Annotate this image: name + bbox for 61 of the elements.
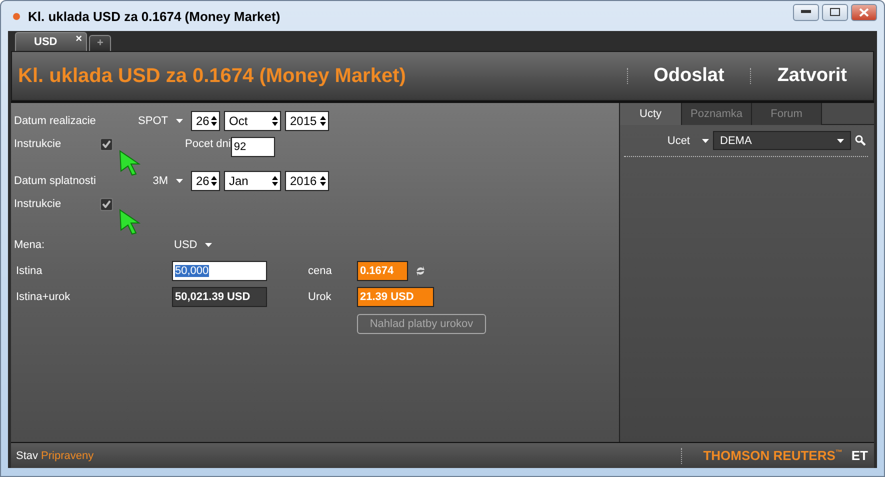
total-field: 50,021.39 USD (172, 287, 267, 307)
maximize-button[interactable] (822, 4, 848, 20)
account-dropdown[interactable]: DEMA (713, 131, 851, 150)
document-tab[interactable]: USD × (15, 32, 87, 51)
field-label: Urok (308, 291, 332, 303)
field-label: cena (308, 265, 332, 277)
month-spinner[interactable]: Jan (224, 171, 281, 191)
minimize-icon (801, 10, 811, 14)
day-spinner[interactable]: 26 (191, 111, 220, 131)
field-label: Istina (16, 265, 42, 277)
field-label: Instrukcie (14, 198, 62, 210)
spinner-arrows-icon[interactable] (211, 175, 217, 187)
maximize-icon (830, 8, 840, 16)
spinner-arrows-icon[interactable] (272, 175, 278, 187)
day-spinner[interactable]: 26 (191, 171, 220, 191)
refresh-icon[interactable] (416, 265, 425, 277)
spinner-arrows-icon[interactable] (320, 175, 326, 187)
field-label: Datum realizacie (14, 115, 96, 127)
spinner-arrows-icon[interactable] (211, 115, 217, 127)
document-tab[interactable]: + (89, 35, 111, 51)
app-icon (13, 12, 20, 20)
field-label: Pocet dni (185, 138, 231, 150)
account-label: Ucet (667, 134, 690, 146)
header-action[interactable]: Odoslat (628, 65, 750, 87)
ticket-title: Kl. uklada USD za 0.1674 (Money Market) (18, 64, 407, 88)
panel-tab[interactable]: Ucty (620, 103, 682, 125)
field-label: Istina+urok (16, 291, 70, 303)
year-spinner[interactable]: 2016 (285, 171, 329, 191)
year-spinner[interactable]: 2015 (285, 111, 329, 131)
caret-icon (205, 243, 212, 247)
close-button[interactable] (851, 4, 877, 20)
month-spinner[interactable]: Oct (224, 111, 281, 131)
window-title: Kl. uklada USD za 0.1674 (Money Market) (28, 8, 282, 24)
minimize-button[interactable] (793, 4, 819, 20)
close-icon (859, 8, 869, 16)
status-value: Pripraveny (41, 450, 95, 462)
tenor-dropdown[interactable]: SPOT (138, 115, 168, 127)
caret-icon (176, 119, 183, 123)
currency-dropdown[interactable]: USD (174, 239, 198, 251)
interest-field: 21.39 USD (357, 287, 434, 307)
brand-label: ET (851, 448, 868, 463)
cursor-icon (119, 150, 141, 176)
caret-icon (176, 179, 183, 183)
principal-field[interactable]: 50,000 (172, 261, 267, 281)
checkbox[interactable] (100, 198, 113, 210)
caret-icon (702, 138, 709, 142)
spinner-arrows-icon[interactable] (320, 115, 326, 127)
status-label: Stav (16, 450, 38, 462)
close-icon[interactable]: × (76, 33, 82, 45)
field-label: Mena: (14, 239, 45, 251)
search-icon[interactable] (855, 135, 866, 146)
spinner-arrows-icon[interactable] (272, 115, 278, 127)
caret-icon (837, 138, 844, 142)
field-label: Datum splatnosti (14, 175, 96, 187)
header-action[interactable]: Zatvorit (751, 65, 873, 87)
field-label: Instrukcie (14, 138, 62, 150)
tenor-dropdown[interactable]: 3M (152, 175, 168, 187)
cursor-icon (119, 209, 141, 235)
brand-logo: THOMSON REUTERS$^{™}$ (703, 448, 842, 463)
days-field[interactable]: 92 (230, 137, 275, 157)
checkbox[interactable] (100, 138, 113, 150)
